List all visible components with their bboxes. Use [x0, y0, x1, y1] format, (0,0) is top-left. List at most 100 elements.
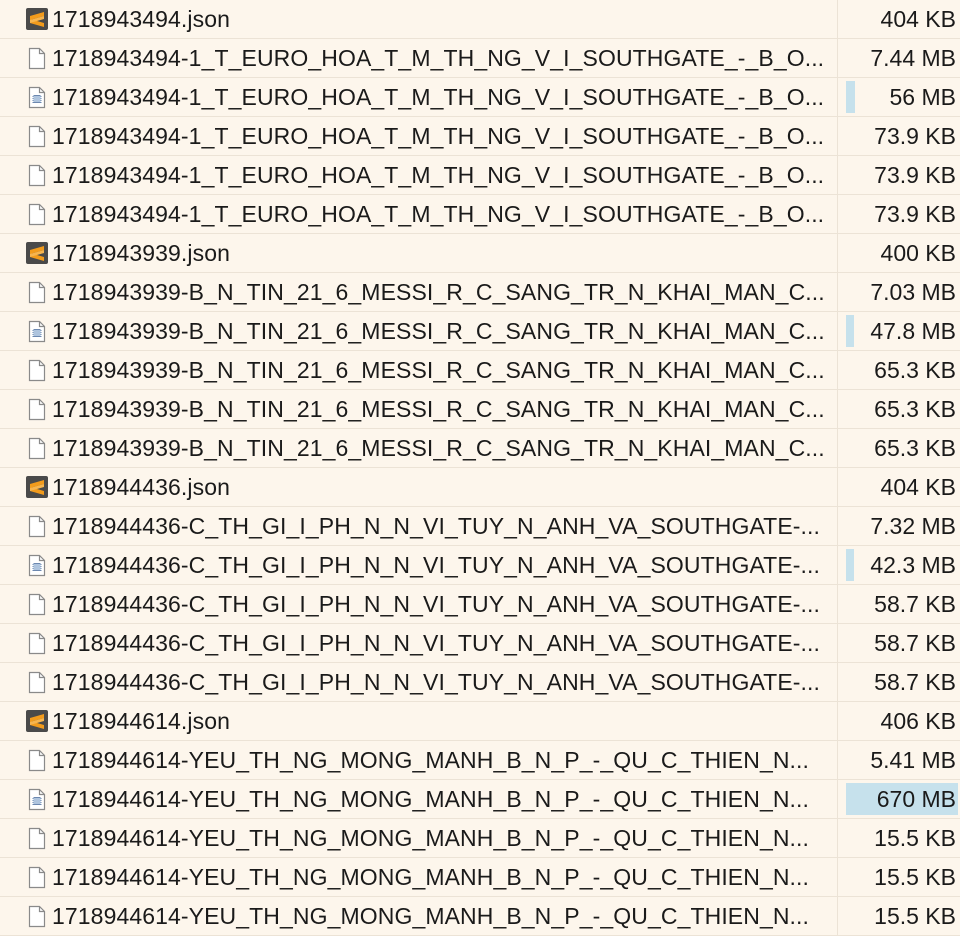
file-row[interactable]: 1718943939-B_N_TIN_21_6_MESSI_R_C_SANG_T… — [0, 351, 960, 390]
file-icon — [26, 670, 48, 694]
sublime-json-icon — [26, 475, 48, 499]
file-row[interactable]: 1718944436.json 404 KB — [0, 468, 960, 507]
file-size: 58.7 KB — [874, 590, 956, 617]
file-name: 1718943939-B_N_TIN_21_6_MESSI_R_C_SANG_T… — [52, 356, 825, 383]
file-name-cell: 1718943939-B_N_TIN_21_6_MESSI_R_C_SANG_T… — [0, 351, 838, 389]
file-row[interactable]: 1718944436-C_TH_GI_I_PH_N_N_VI_TUY_N_ANH… — [0, 546, 960, 585]
file-list: 1718943494.json 404 KB 1718943494-1_T_EURO… — [0, 0, 960, 936]
file-row[interactable]: 1718943939-B_N_TIN_21_6_MESSI_R_C_SANG_T… — [0, 312, 960, 351]
file-size-cell: 58.7 KB — [838, 585, 960, 623]
file-row[interactable]: 1718943494-1_T_EURO_HOA_T_M_TH_NG_V_I_SO… — [0, 195, 960, 234]
file-size: 400 KB — [880, 239, 956, 266]
file-icon — [26, 163, 48, 187]
file-row[interactable]: 1718944436-C_TH_GI_I_PH_N_N_VI_TUY_N_ANH… — [0, 663, 960, 702]
file-size-cell: 404 KB — [838, 0, 960, 38]
file-name: 1718943939-B_N_TIN_21_6_MESSI_R_C_SANG_T… — [52, 278, 825, 305]
file-row[interactable]: 1718943494-1_T_EURO_HOA_T_M_TH_NG_V_I_SO… — [0, 39, 960, 78]
file-row[interactable]: 1718944614-YEU_TH_NG_MONG_MANH_B_N_P_-_Q… — [0, 897, 960, 936]
file-size-cell: 42.3 MB — [838, 546, 960, 584]
file-name-cell: 1718944436-C_TH_GI_I_PH_N_N_VI_TUY_N_ANH… — [0, 585, 838, 623]
file-row[interactable]: 1718944614-YEU_TH_NG_MONG_MANH_B_N_P_-_Q… — [0, 780, 960, 819]
file-row[interactable]: 1718944614-YEU_TH_NG_MONG_MANH_B_N_P_-_Q… — [0, 741, 960, 780]
file-icon — [26, 631, 48, 655]
file-row[interactable]: 1718943939-B_N_TIN_21_6_MESSI_R_C_SANG_T… — [0, 429, 960, 468]
file-size-cell: 670 MB — [838, 780, 960, 818]
video-file-icon — [26, 787, 48, 811]
file-size-cell: 7.03 MB — [838, 273, 960, 311]
file-name: 1718943939-B_N_TIN_21_6_MESSI_R_C_SANG_T… — [52, 395, 825, 422]
file-size-cell: 58.7 KB — [838, 624, 960, 662]
file-name: 1718943939-B_N_TIN_21_6_MESSI_R_C_SANG_T… — [52, 434, 825, 461]
video-file-icon — [26, 319, 48, 343]
file-name-cell: 1718944614-YEU_TH_NG_MONG_MANH_B_N_P_-_Q… — [0, 741, 838, 779]
video-file-icon — [26, 553, 48, 577]
file-size: 15.5 KB — [874, 824, 956, 851]
file-icon — [26, 865, 48, 889]
file-row[interactable]: 1718944614-YEU_TH_NG_MONG_MANH_B_N_P_-_Q… — [0, 858, 960, 897]
file-name: 1718943494-1_T_EURO_HOA_T_M_TH_NG_V_I_SO… — [52, 44, 825, 71]
file-size: 670 MB — [876, 785, 956, 812]
file-name: 1718944436.json — [52, 473, 230, 500]
file-name: 1718944436-C_TH_GI_I_PH_N_N_VI_TUY_N_ANH… — [52, 512, 821, 539]
file-row[interactable]: 1718943494-1_T_EURO_HOA_T_M_TH_NG_V_I_SO… — [0, 156, 960, 195]
file-name: 1718944614-YEU_TH_NG_MONG_MANH_B_N_P_-_Q… — [52, 863, 810, 890]
file-row[interactable]: 1718944614-YEU_TH_NG_MONG_MANH_B_N_P_-_Q… — [0, 819, 960, 858]
file-size-cell: 400 KB — [838, 234, 960, 272]
file-size-cell: 15.5 KB — [838, 858, 960, 896]
file-size-cell: 47.8 MB — [838, 312, 960, 350]
file-name: 1718944614-YEU_TH_NG_MONG_MANH_B_N_P_-_Q… — [52, 785, 810, 812]
file-icon — [26, 358, 48, 382]
file-name: 1718943494-1_T_EURO_HOA_T_M_TH_NG_V_I_SO… — [52, 122, 825, 149]
file-size: 73.9 KB — [874, 200, 956, 227]
size-bar — [846, 549, 854, 581]
sublime-json-icon — [26, 7, 48, 31]
file-name-cell: 1718943494-1_T_EURO_HOA_T_M_TH_NG_V_I_SO… — [0, 195, 838, 233]
file-row[interactable]: 1718943939.json 400 KB — [0, 234, 960, 273]
file-size-cell: 406 KB — [838, 702, 960, 740]
file-name: 1718944614-YEU_TH_NG_MONG_MANH_B_N_P_-_Q… — [52, 902, 810, 929]
file-size: 56 MB — [889, 83, 956, 110]
file-row[interactable]: 1718943494.json 404 KB — [0, 0, 960, 39]
file-name: 1718943494.json — [52, 5, 230, 32]
file-row[interactable]: 1718944436-C_TH_GI_I_PH_N_N_VI_TUY_N_ANH… — [0, 624, 960, 663]
file-name-cell: 1718943939-B_N_TIN_21_6_MESSI_R_C_SANG_T… — [0, 273, 838, 311]
file-size: 47.8 MB — [870, 317, 956, 344]
file-name-cell: 1718943939-B_N_TIN_21_6_MESSI_R_C_SANG_T… — [0, 312, 838, 350]
file-row[interactable]: 1718944436-C_TH_GI_I_PH_N_N_VI_TUY_N_ANH… — [0, 507, 960, 546]
file-size: 7.03 MB — [870, 278, 956, 305]
file-name-cell: 1718944614-YEU_TH_NG_MONG_MANH_B_N_P_-_Q… — [0, 819, 838, 857]
file-size-cell: 58.7 KB — [838, 663, 960, 701]
file-size: 42.3 MB — [870, 551, 956, 578]
file-size: 406 KB — [880, 707, 956, 734]
file-size: 7.32 MB — [870, 512, 956, 539]
video-file-icon — [26, 85, 48, 109]
file-name-cell: 1718943939.json — [0, 234, 838, 272]
file-size-cell: 15.5 KB — [838, 897, 960, 935]
file-name: 1718944436-C_TH_GI_I_PH_N_N_VI_TUY_N_ANH… — [52, 629, 821, 656]
file-size-cell: 15.5 KB — [838, 819, 960, 857]
file-name: 1718944436-C_TH_GI_I_PH_N_N_VI_TUY_N_ANH… — [52, 668, 821, 695]
file-row[interactable]: 1718943939-B_N_TIN_21_6_MESSI_R_C_SANG_T… — [0, 390, 960, 429]
file-row[interactable]: 1718944436-C_TH_GI_I_PH_N_N_VI_TUY_N_ANH… — [0, 585, 960, 624]
file-size-cell: 73.9 KB — [838, 156, 960, 194]
file-name: 1718943494-1_T_EURO_HOA_T_M_TH_NG_V_I_SO… — [52, 161, 825, 188]
file-row[interactable]: 1718944614.json 406 KB — [0, 702, 960, 741]
file-size-cell: 65.3 KB — [838, 351, 960, 389]
file-row[interactable]: 1718943939-B_N_TIN_21_6_MESSI_R_C_SANG_T… — [0, 273, 960, 312]
file-size: 404 KB — [880, 5, 956, 32]
file-name-cell: 1718943939-B_N_TIN_21_6_MESSI_R_C_SANG_T… — [0, 429, 838, 467]
file-name: 1718944614.json — [52, 707, 230, 734]
sublime-json-icon — [26, 241, 48, 265]
file-size: 15.5 KB — [874, 902, 956, 929]
file-name-cell: 1718944436-C_TH_GI_I_PH_N_N_VI_TUY_N_ANH… — [0, 663, 838, 701]
file-row[interactable]: 1718943494-1_T_EURO_HOA_T_M_TH_NG_V_I_SO… — [0, 78, 960, 117]
file-size-cell: 7.32 MB — [838, 507, 960, 545]
file-size: 7.44 MB — [870, 44, 956, 71]
file-icon — [26, 280, 48, 304]
size-bar — [846, 81, 855, 113]
file-name: 1718944614-YEU_TH_NG_MONG_MANH_B_N_P_-_Q… — [52, 746, 810, 773]
file-size: 15.5 KB — [874, 863, 956, 890]
file-name-cell: 1718944614-YEU_TH_NG_MONG_MANH_B_N_P_-_Q… — [0, 858, 838, 896]
file-row[interactable]: 1718943494-1_T_EURO_HOA_T_M_TH_NG_V_I_SO… — [0, 117, 960, 156]
file-icon — [26, 514, 48, 538]
